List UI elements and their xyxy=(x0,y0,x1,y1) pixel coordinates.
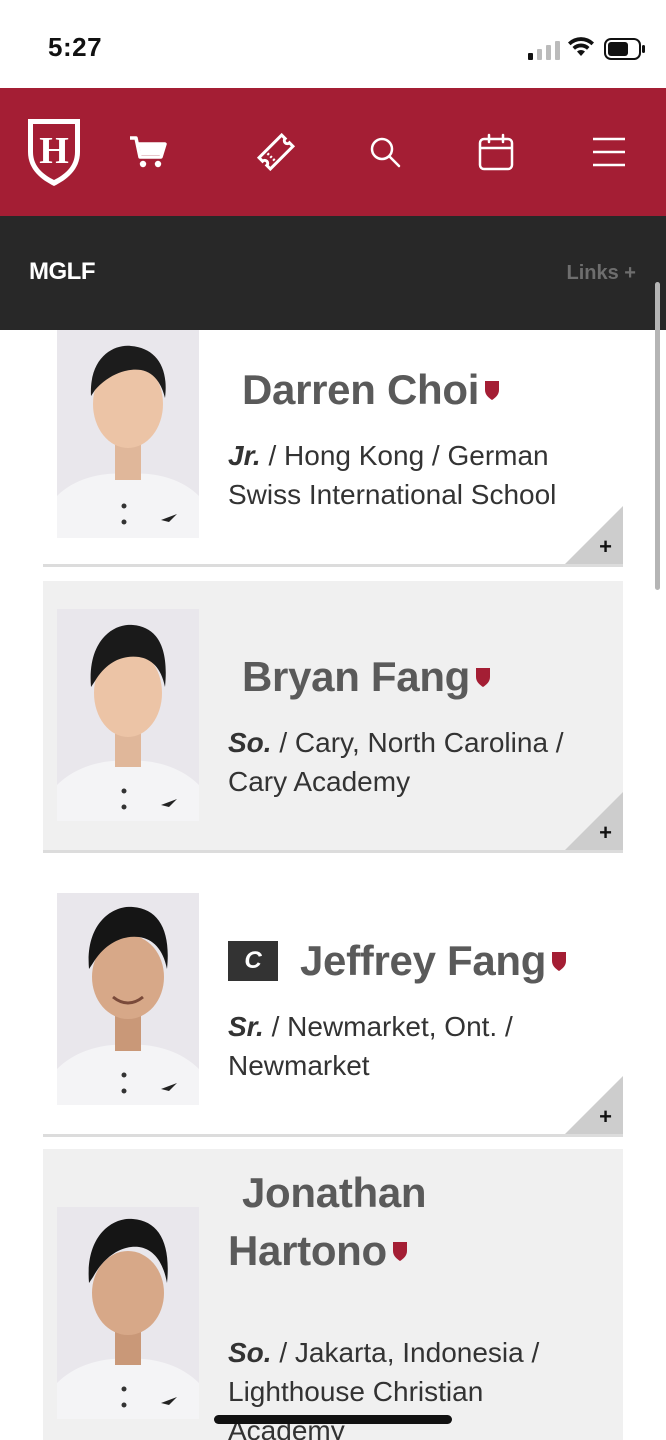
shield-logo-icon: H xyxy=(28,119,80,186)
headshot-image xyxy=(57,330,199,538)
player-class-year: Jr. xyxy=(228,440,261,471)
corner-tab-icon xyxy=(565,792,623,850)
headshot-image xyxy=(57,893,199,1105)
player-photo[interactable] xyxy=(57,893,199,1105)
corner-tab-icon xyxy=(565,506,623,564)
plus-icon: + xyxy=(599,820,612,845)
corner-tab-icon xyxy=(565,1076,623,1134)
wifi-icon xyxy=(568,37,594,56)
player-photo[interactable] xyxy=(57,609,199,821)
harvard-logo-button[interactable]: H xyxy=(18,88,90,216)
player-class-year: So. xyxy=(228,1337,272,1368)
expand-button[interactable]: + xyxy=(565,792,623,850)
player-bio: Jr. / Hong Kong / German Swiss Internati… xyxy=(228,436,593,514)
shield-logo-icon xyxy=(485,381,500,401)
main-menu-button[interactable] xyxy=(578,88,640,216)
player-bio: Sr. / Newmarket, Ont. / Newmarket xyxy=(228,1007,593,1085)
captain-badge: C xyxy=(228,941,278,982)
battery-icon xyxy=(604,38,645,60)
shield-logo-icon xyxy=(476,668,491,688)
player-photo[interactable] xyxy=(57,330,199,538)
player-hometown-school: / Jakarta, Indonesia / Lighthouse Christ… xyxy=(228,1337,540,1440)
player-name-row: C Jeffrey Fang xyxy=(228,938,603,983)
player-name-last[interactable]: Hartono xyxy=(228,1228,387,1273)
ticket-icon xyxy=(257,133,295,171)
expand-button[interactable]: + xyxy=(565,506,623,564)
calendar-icon xyxy=(478,133,514,171)
roster-card[interactable]: Jonathan Hartono So. / Jakarta, Indonesi… xyxy=(43,1149,623,1440)
player-hometown-school: / Hong Kong / German Swiss International… xyxy=(228,440,557,510)
sport-title: MGLF xyxy=(29,258,95,285)
cart-button[interactable] xyxy=(118,88,178,216)
plus-icon: + xyxy=(599,534,612,559)
roster-card[interactable]: C Jeffrey Fang Sr. / Newmarket, Ont. / N… xyxy=(43,865,623,1137)
roster-card[interactable]: Bryan Fang So. / Cary, North Carolina / … xyxy=(43,581,623,853)
links-menu-button[interactable]: Links + xyxy=(567,262,636,285)
shield-logo-icon xyxy=(552,952,567,972)
player-name-row: Darren Choi xyxy=(228,367,603,412)
logo-letter: H xyxy=(39,130,69,172)
headshot-image xyxy=(57,609,199,821)
player-class-year: Sr. xyxy=(228,1011,264,1042)
player-name-row: Bryan Fang xyxy=(228,654,603,699)
status-time: 5:27 xyxy=(48,32,103,62)
tickets-button[interactable] xyxy=(246,88,306,216)
hamburger-menu-icon xyxy=(593,137,625,167)
headshot-image xyxy=(57,1207,199,1419)
top-navigation: H xyxy=(0,88,666,216)
player-hometown-school: / Cary, North Carolina / Cary Academy xyxy=(228,727,564,797)
cellular-signal-icon xyxy=(528,41,560,60)
player-class-year: So. xyxy=(228,727,272,758)
player-name[interactable]: Jeffrey Fang xyxy=(300,938,546,983)
sport-section-bar: MGLF Links + xyxy=(0,216,666,330)
player-photo[interactable] xyxy=(57,1207,199,1419)
page-scrollbar[interactable] xyxy=(655,282,660,590)
player-name[interactable]: Bryan Fang xyxy=(228,654,470,699)
calendar-button[interactable] xyxy=(466,88,526,216)
search-button[interactable] xyxy=(355,88,415,216)
player-hometown-school: / Newmarket, Ont. / Newmarket xyxy=(228,1011,513,1081)
shield-logo-icon xyxy=(392,1242,407,1262)
home-indicator[interactable] xyxy=(214,1415,452,1424)
plus-icon: + xyxy=(599,1104,612,1129)
roster-card[interactable]: Darren Choi Jr. / Hong Kong / German Swi… xyxy=(43,330,623,567)
player-name-row: Jonathan Hartono xyxy=(228,1170,603,1273)
expand-button[interactable]: + xyxy=(565,1076,623,1134)
search-icon xyxy=(370,137,401,168)
player-bio: So. / Cary, North Carolina / Cary Academ… xyxy=(228,723,593,801)
player-name[interactable]: Darren Choi xyxy=(228,367,479,412)
cart-icon xyxy=(130,136,167,168)
roster-list: Darren Choi Jr. / Hong Kong / German Swi… xyxy=(0,330,666,1440)
status-bar: 5:27 xyxy=(0,0,666,88)
player-name-first[interactable]: Jonathan xyxy=(228,1170,603,1215)
